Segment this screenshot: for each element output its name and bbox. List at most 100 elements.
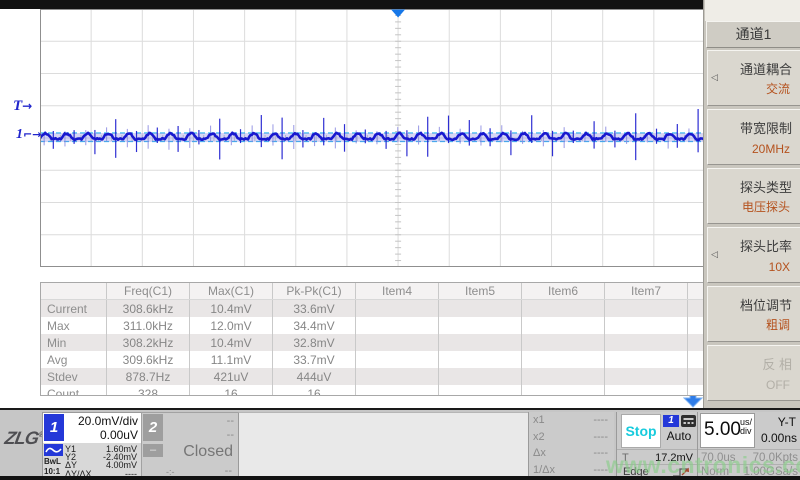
x-cursor-row-label: x1: [533, 414, 545, 426]
menu-item-label: 带宽限制: [740, 118, 792, 137]
table-cell: [356, 385, 439, 396]
table-cell: [522, 334, 605, 351]
sidebar-menu-title: 通道1: [706, 21, 800, 48]
table-cell: [605, 385, 688, 396]
trigger-level-value: 17.2mV: [655, 452, 693, 464]
display-mode: Y-T: [778, 415, 796, 429]
menu-item-value: 20MHz: [752, 142, 790, 156]
x-cursor-row-value: ----: [593, 431, 608, 443]
x-cursor-row: Δx----: [529, 445, 614, 462]
table-cell: 308.6kHz: [107, 300, 190, 318]
x-cursor-row-value: ----: [593, 464, 608, 476]
ch1-volts-per-div: 20.0mV/div: [78, 414, 138, 428]
table-row: Stdev878.7Hz421uV444uV: [41, 368, 707, 385]
table-row-label: Max: [41, 317, 107, 334]
measurement-table-header: Freq(C1)Max(C1)Pk-Pk(C1)Item4Item5Item6I…: [41, 283, 707, 300]
run-state[interactable]: Stop: [621, 414, 661, 448]
table-cell: [522, 385, 605, 396]
menu-item-label: 反 相: [762, 354, 792, 373]
probe-ratio-flag: 10:1: [44, 467, 60, 476]
table-cell: [522, 317, 605, 334]
menu-item-value: OFF: [766, 378, 790, 392]
sine-wave-icon: [44, 444, 63, 456]
table-row-label: Count: [41, 385, 107, 396]
table-cell: [356, 351, 439, 368]
brand-logo: ZLG®: [3, 428, 45, 449]
menu-item-value: 10X: [769, 260, 790, 274]
sidebar-item-6: 反 相 OFF: [707, 345, 800, 401]
sidebar-item-1[interactable]: ◁通道耦合交流: [707, 50, 800, 106]
x-cursor-row: x2----: [529, 429, 614, 446]
time-per-div-value: 5.00: [704, 419, 741, 441]
table-column-header: Freq(C1): [107, 283, 190, 300]
table-row: Min308.2kHz10.4mV32.8mV: [41, 334, 707, 351]
menu-item-label: 探头比率: [740, 236, 792, 255]
table-column-header: [41, 283, 107, 300]
table-cell: [605, 334, 688, 351]
trigger-panel[interactable]: Stop 1 Auto T 17.2mV Edge: [616, 412, 697, 478]
menu-item-label: 档位调节: [740, 295, 792, 314]
menu-item-value: 交流: [766, 80, 790, 97]
trigger-source-badge: 1: [663, 415, 679, 427]
submenu-arrow-icon: ◁: [711, 249, 718, 260]
table-cell: [522, 351, 605, 368]
table-cell: 311.0kHz: [107, 317, 190, 334]
table-column-header: Item4: [356, 283, 439, 300]
menu-item-value: 电压探头: [742, 198, 790, 215]
table-cell: 444uV: [273, 368, 356, 385]
top-black-strip: [0, 0, 703, 9]
table-cell: 309.6kHz: [107, 351, 190, 368]
ch2-offset: --: [227, 429, 234, 441]
table-cell: [356, 368, 439, 385]
table-cell: 11.1mV: [190, 351, 273, 368]
x-cursor-panel: x1----x2----Δx----1/Δx----: [528, 412, 614, 478]
waveform-plot[interactable]: [40, 9, 705, 267]
sidebar-top-strip: [705, 0, 800, 21]
table-row-label: Current: [41, 300, 107, 318]
table-column-header: Item5: [439, 283, 522, 300]
status-bar-empty-panel: [238, 412, 528, 479]
table-column-header: Item7: [605, 283, 688, 300]
x-cursor-row-label: 1/Δx: [533, 464, 555, 476]
sidebar-item-5[interactable]: 档位调节粗调: [707, 286, 800, 342]
ch1-cursor-row: Y2-2.40mV: [65, 452, 139, 460]
table-cell: [439, 334, 522, 351]
ch1-badge: 1: [44, 414, 64, 441]
bandwidth-limit-flag: BwL: [44, 457, 61, 466]
table-row: Max311.0kHz12.0mV34.4mV: [41, 317, 707, 334]
trigger-level-marker[interactable]: T→: [13, 98, 32, 115]
sidebar-item-3[interactable]: 探头类型电压探头: [707, 168, 800, 224]
table-row: Count3281616: [41, 385, 707, 396]
x-cursor-row-value: ----: [593, 447, 608, 459]
table-cell: 878.7Hz: [107, 368, 190, 385]
timebase-panel[interactable]: 5.00 us/div Y-T 0.00ns 70.0us 70.0Kpts N…: [697, 412, 800, 478]
table-cell: 16: [190, 385, 273, 396]
table-cell: [356, 300, 439, 318]
table-cell: [439, 385, 522, 396]
right-arrow-icon: ⌐→: [23, 128, 41, 141]
ch1-readout-panel[interactable]: 1 20.0mV/div 0.00uV BwL 10:1 Y11.60mVY2-…: [42, 412, 140, 478]
measurement-table: Freq(C1)Max(C1)Pk-Pk(C1)Item4Item5Item6I…: [40, 282, 707, 396]
table-cell: 33.6mV: [273, 300, 356, 318]
trigger-level-label: T: [622, 452, 629, 464]
table-column-header: Max(C1): [190, 283, 273, 300]
time-per-div-unit: us/div: [740, 418, 752, 436]
table-cell: [439, 351, 522, 368]
sidebar-item-4[interactable]: ◁ 探头比率 10X: [707, 227, 800, 283]
ch1-cursor-row: Y11.60mV: [65, 444, 139, 452]
table-cell: 32.8mV: [273, 334, 356, 351]
ch2-readout-panel[interactable]: 2 -- -- – Closed -:- --: [141, 412, 239, 480]
table-row: Current308.6kHz10.4mV33.6mV: [41, 300, 707, 318]
ch1-position-marker[interactable]: 1⌐→: [16, 127, 41, 143]
dc-coupling-icon: [681, 415, 696, 427]
oscilloscope-screen: T→ 1⌐→ Freq(C1)Max(C1)Pk-Pk(C1)Item4Item…: [0, 0, 800, 480]
table-cell: 16: [273, 385, 356, 396]
table-row-label: Min: [41, 334, 107, 351]
table-cell: 10.4mV: [190, 300, 273, 318]
sidebar-item-2[interactable]: 带宽限制 20MHz: [707, 109, 800, 165]
table-cell: 308.2kHz: [107, 334, 190, 351]
table-column-header: Pk-Pk(C1): [273, 283, 356, 300]
table-cell: 10.4mV: [190, 334, 273, 351]
menu-item-label: 通道耦合: [740, 59, 792, 78]
table-cell: 34.4mV: [273, 317, 356, 334]
